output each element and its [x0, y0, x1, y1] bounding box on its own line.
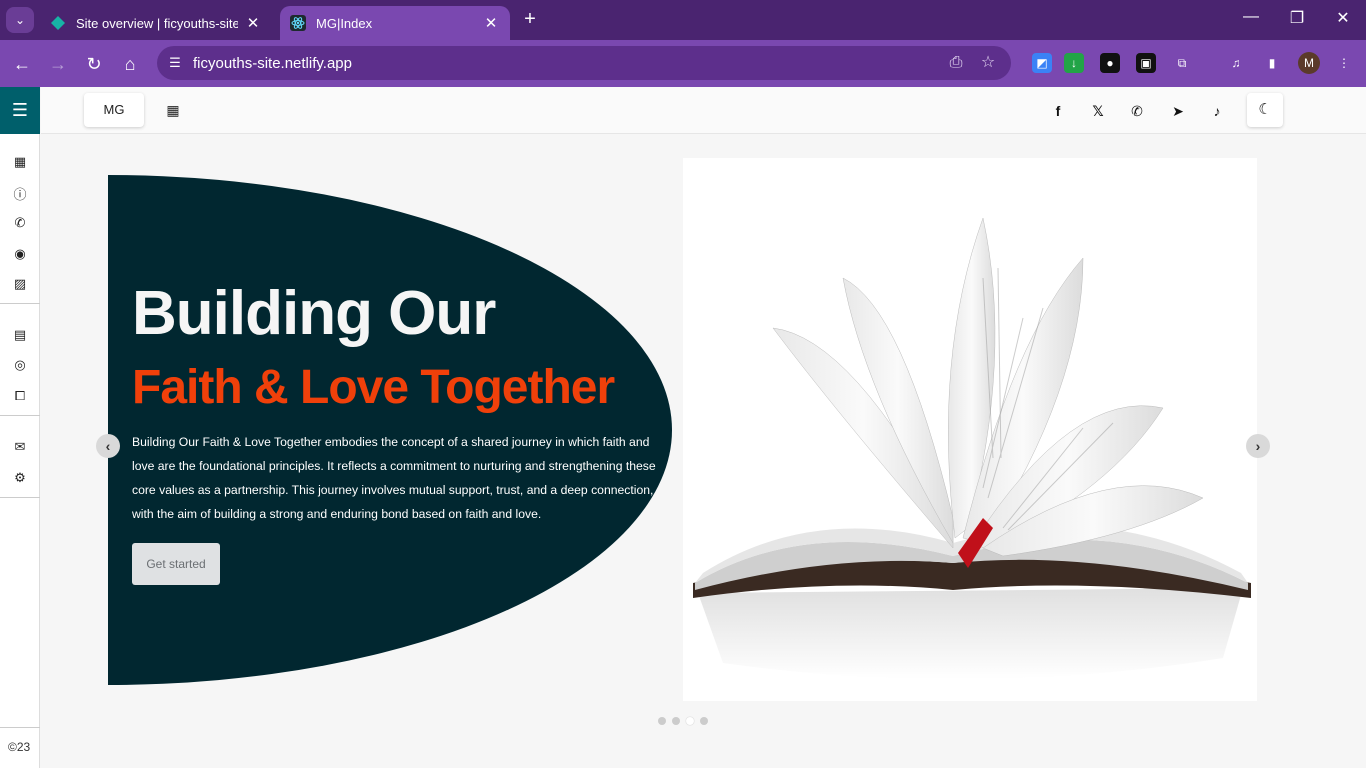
sidebar-divider	[0, 497, 40, 498]
url-text[interactable]: ficyouths-site.netlify.app	[193, 55, 352, 72]
info-icon[interactable]: ⓘ	[10, 183, 30, 203]
tab-search-chevron-icon[interactable]: ⌄	[6, 7, 34, 33]
site-header: MG ▦ f 𝕏 ✆ ➤ ♪ ☾	[41, 87, 1366, 134]
mail-icon[interactable]: ✉	[10, 437, 30, 457]
settings-icon[interactable]: ⚙	[10, 468, 30, 488]
sidebar-divider	[0, 415, 40, 416]
extensions-puzzle-icon[interactable]: ⧉	[1172, 53, 1192, 73]
tab-mg-index[interactable]: MG|Index ✕	[280, 6, 510, 40]
site-settings-icon[interactable]: ☰	[165, 53, 185, 73]
minimize-icon[interactable]: —	[1236, 8, 1266, 26]
external-link-icon[interactable]: ⧠	[10, 386, 30, 406]
carousel-dot-2[interactable]	[672, 717, 680, 725]
copyright-text: ©23	[8, 740, 31, 754]
profile-avatar[interactable]: M	[1298, 52, 1320, 74]
home-icon[interactable]: ⌂	[116, 50, 144, 78]
tab-title: MG|Index	[316, 15, 373, 31]
carousel-next-chevron-icon[interactable]: ›	[1246, 434, 1270, 458]
whatsapp-icon[interactable]: ✆	[1126, 100, 1148, 122]
podcast-icon[interactable]: ◎	[10, 355, 30, 375]
address-bar[interactable]: ☰ ficyouths-site.netlify.app ⎙ ☆	[157, 46, 1011, 80]
browser-tab-strip: ⌄ Site overview | ficyouths-site | N ✕ M…	[0, 0, 1366, 40]
extension-tool-icon[interactable]: ▣	[1136, 53, 1156, 73]
carousel-dot-1[interactable]	[658, 717, 666, 725]
brand-logo[interactable]: MG	[84, 93, 144, 127]
hero-subheading: Faith & Love Together	[132, 361, 615, 414]
tab-title: Site overview | ficyouths-site | N	[76, 15, 238, 31]
hero-description: Building Our Faith & Love Together embod…	[132, 435, 656, 521]
sidebar-divider	[0, 303, 40, 304]
blog-icon[interactable]: ▤	[10, 325, 30, 345]
user-circle-icon[interactable]: ◉	[10, 244, 30, 264]
new-tab-plus-icon[interactable]: +	[518, 8, 542, 31]
react-atom-icon	[290, 15, 306, 31]
install-app-icon[interactable]: ⎙	[945, 52, 967, 74]
carousel-prev-chevron-icon[interactable]: ‹	[96, 434, 120, 458]
site-sidebar: ☰ ▦ ⓘ ✆ ◉ ▨ ▤ ◎ ⧠ ✉ ⚙ ©23	[0, 87, 40, 768]
close-window-icon[interactable]: ✕	[1328, 8, 1358, 28]
sidebar-divider	[0, 727, 40, 728]
extension-translate-icon[interactable]: ◩	[1032, 53, 1052, 73]
extension-grabber-icon[interactable]: ●	[1100, 53, 1120, 73]
carousel-dot-4[interactable]	[700, 717, 708, 725]
book-illustration	[693, 217, 1251, 680]
hamburger-menu-icon[interactable]: ☰	[0, 87, 40, 134]
tab-site-overview[interactable]: Site overview | ficyouths-site | N ✕	[40, 6, 272, 40]
tiktok-icon[interactable]: ♪	[1206, 100, 1228, 122]
carousel-dot-3[interactable]	[686, 717, 694, 725]
browser-toolbar: ← → ↻ ⌂ ☰ ficyouths-site.netlify.app ⎙ ☆…	[0, 40, 1366, 87]
browser-menu-kebab-icon[interactable]: ⋮	[1334, 53, 1354, 73]
netlify-diamond-icon	[51, 16, 65, 30]
phone-icon[interactable]: ✆	[10, 213, 30, 233]
forward-arrow-icon[interactable]: →	[44, 50, 72, 78]
close-tab-icon[interactable]: ✕	[244, 14, 262, 32]
hero-heading: Building Our	[132, 279, 496, 348]
close-tab-icon[interactable]: ✕	[482, 14, 500, 32]
telegram-icon[interactable]: ➤	[1167, 100, 1189, 122]
open-book-image	[683, 158, 1257, 701]
restore-icon[interactable]: ❐	[1282, 8, 1312, 28]
x-twitter-icon[interactable]: 𝕏	[1087, 100, 1109, 122]
reload-icon[interactable]: ↻	[80, 50, 108, 78]
dark-mode-moon-icon[interactable]: ☾	[1247, 93, 1283, 127]
dashboard-icon[interactable]: ▦	[10, 152, 30, 172]
facebook-icon[interactable]: f	[1047, 100, 1069, 122]
qr-code-icon[interactable]: ▦	[165, 102, 181, 118]
extension-download-icon[interactable]: ↓	[1064, 53, 1084, 73]
media-controls-icon[interactable]: ♫	[1226, 53, 1246, 73]
bookmark-star-icon[interactable]: ☆	[977, 52, 999, 74]
get-started-button[interactable]: Get started	[132, 543, 220, 585]
side-panel-icon[interactable]: ▮	[1262, 53, 1282, 73]
image-icon[interactable]: ▨	[10, 274, 30, 294]
back-arrow-icon[interactable]: ←	[8, 50, 36, 78]
